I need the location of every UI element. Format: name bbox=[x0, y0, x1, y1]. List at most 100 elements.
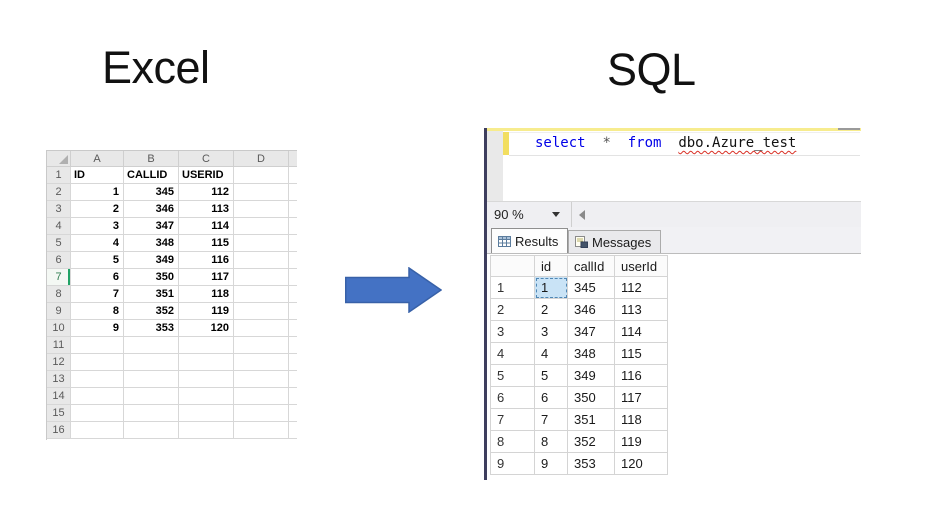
grid-cell-callid[interactable]: 349 bbox=[568, 365, 615, 387]
grid-row-number[interactable]: 5 bbox=[490, 365, 535, 387]
excel-cell[interactable] bbox=[234, 388, 289, 405]
grid-header-callid[interactable]: callId bbox=[568, 255, 615, 277]
excel-cell[interactable]: 116 bbox=[179, 252, 234, 269]
excel-cell[interactable]: 119 bbox=[179, 303, 234, 320]
excel-cell[interactable]: 114 bbox=[179, 218, 234, 235]
excel-row-header[interactable]: 7 bbox=[47, 269, 71, 286]
excel-column-header-c[interactable]: C bbox=[179, 151, 234, 167]
excel-cell[interactable] bbox=[179, 405, 234, 422]
grid-cell-userid[interactable]: 112 bbox=[615, 277, 668, 299]
excel-cell[interactable] bbox=[234, 252, 289, 269]
excel-cell[interactable]: ID bbox=[71, 167, 124, 184]
excel-cell[interactable] bbox=[179, 371, 234, 388]
excel-cell[interactable] bbox=[124, 388, 179, 405]
excel-cell[interactable]: 113 bbox=[179, 201, 234, 218]
excel-column-header-a[interactable]: A bbox=[71, 151, 124, 167]
grid-row-number[interactable]: 4 bbox=[490, 343, 535, 365]
grid-row-number[interactable]: 8 bbox=[490, 431, 535, 453]
excel-cell[interactable] bbox=[234, 269, 289, 286]
excel-cell[interactable]: 349 bbox=[124, 252, 179, 269]
excel-cell[interactable] bbox=[179, 422, 234, 439]
grid-cell-userid[interactable]: 117 bbox=[615, 387, 668, 409]
grid-corner-header[interactable] bbox=[490, 255, 535, 277]
excel-cell[interactable] bbox=[71, 405, 124, 422]
grid-cell-callid[interactable]: 353 bbox=[568, 453, 615, 475]
excel-cell[interactable] bbox=[234, 184, 289, 201]
excel-row-header[interactable]: 9 bbox=[47, 303, 71, 320]
excel-cell[interactable]: 115 bbox=[179, 235, 234, 252]
excel-row-header[interactable]: 8 bbox=[47, 286, 71, 303]
excel-cell[interactable]: 120 bbox=[179, 320, 234, 337]
grid-cell-id[interactable]: 6 bbox=[535, 387, 568, 409]
grid-cell-userid[interactable]: 119 bbox=[615, 431, 668, 453]
excel-row-header[interactable]: 11 bbox=[47, 337, 71, 354]
excel-row-header[interactable]: 12 bbox=[47, 354, 71, 371]
excel-cell[interactable]: 1 bbox=[71, 184, 124, 201]
query-editor[interactable]: select * from dbo.Azure_test bbox=[487, 131, 861, 201]
excel-row-header[interactable]: 6 bbox=[47, 252, 71, 269]
tab-messages[interactable]: Messages bbox=[568, 230, 661, 253]
grid-cell-id[interactable]: 4 bbox=[535, 343, 568, 365]
excel-select-all-button[interactable] bbox=[47, 151, 71, 167]
excel-cell[interactable] bbox=[234, 235, 289, 252]
excel-cell[interactable] bbox=[234, 371, 289, 388]
excel-cell[interactable]: 345 bbox=[124, 184, 179, 201]
grid-cell-callid[interactable]: 347 bbox=[568, 321, 615, 343]
grid-cell-callid[interactable]: 348 bbox=[568, 343, 615, 365]
excel-cell[interactable]: 353 bbox=[124, 320, 179, 337]
excel-cell[interactable] bbox=[124, 422, 179, 439]
excel-cell[interactable] bbox=[124, 371, 179, 388]
excel-cell[interactable] bbox=[71, 337, 124, 354]
excel-cell[interactable] bbox=[179, 388, 234, 405]
excel-cell[interactable] bbox=[234, 405, 289, 422]
excel-row-header[interactable]: 15 bbox=[47, 405, 71, 422]
grid-cell-id[interactable]: 3 bbox=[535, 321, 568, 343]
excel-cell[interactable]: 9 bbox=[71, 320, 124, 337]
excel-cell[interactable]: CALLID bbox=[124, 167, 179, 184]
excel-cell[interactable]: 5 bbox=[71, 252, 124, 269]
grid-cell-id[interactable]: 7 bbox=[535, 409, 568, 431]
excel-cell[interactable]: USERID bbox=[179, 167, 234, 184]
excel-cell[interactable]: 8 bbox=[71, 303, 124, 320]
excel-cell[interactable] bbox=[124, 354, 179, 371]
excel-cell[interactable] bbox=[234, 354, 289, 371]
excel-column-header-b[interactable]: B bbox=[124, 151, 179, 167]
grid-header-id[interactable]: id bbox=[535, 255, 568, 277]
grid-cell-userid[interactable]: 118 bbox=[615, 409, 668, 431]
excel-cell[interactable] bbox=[234, 337, 289, 354]
excel-cell[interactable]: 351 bbox=[124, 286, 179, 303]
grid-row-number[interactable]: 3 bbox=[490, 321, 535, 343]
excel-cell[interactable]: 3 bbox=[71, 218, 124, 235]
grid-cell-userid[interactable]: 120 bbox=[615, 453, 668, 475]
zoom-dropdown[interactable]: 90 % bbox=[487, 202, 560, 227]
excel-cell[interactable] bbox=[179, 354, 234, 371]
excel-cell[interactable] bbox=[124, 337, 179, 354]
excel-cell[interactable]: 7 bbox=[71, 286, 124, 303]
scroll-left-arrow[interactable] bbox=[579, 210, 585, 220]
grid-cell-callid[interactable]: 345 bbox=[568, 277, 615, 299]
excel-row-header[interactable]: 4 bbox=[47, 218, 71, 235]
grid-cell-callid[interactable]: 350 bbox=[568, 387, 615, 409]
excel-cell[interactable]: 2 bbox=[71, 201, 124, 218]
grid-cell-id[interactable]: 1 bbox=[535, 277, 568, 299]
excel-row-header[interactable]: 14 bbox=[47, 388, 71, 405]
grid-cell-callid[interactable]: 346 bbox=[568, 299, 615, 321]
grid-cell-id[interactable]: 8 bbox=[535, 431, 568, 453]
excel-cell[interactable] bbox=[179, 337, 234, 354]
excel-cell[interactable]: 347 bbox=[124, 218, 179, 235]
excel-cell[interactable] bbox=[234, 422, 289, 439]
excel-row-header[interactable]: 13 bbox=[47, 371, 71, 388]
grid-header-userid[interactable]: userId bbox=[615, 255, 668, 277]
excel-cell[interactable]: 352 bbox=[124, 303, 179, 320]
excel-cell[interactable] bbox=[234, 167, 289, 184]
grid-row-number[interactable]: 2 bbox=[490, 299, 535, 321]
grid-cell-id[interactable]: 5 bbox=[535, 365, 568, 387]
excel-cell[interactable] bbox=[71, 388, 124, 405]
excel-cell[interactable]: 6 bbox=[71, 269, 124, 286]
excel-cell[interactable] bbox=[234, 320, 289, 337]
excel-cell[interactable]: 4 bbox=[71, 235, 124, 252]
excel-cell[interactable] bbox=[234, 201, 289, 218]
grid-row-number[interactable]: 7 bbox=[490, 409, 535, 431]
excel-cell[interactable]: 348 bbox=[124, 235, 179, 252]
grid-cell-id[interactable]: 9 bbox=[535, 453, 568, 475]
